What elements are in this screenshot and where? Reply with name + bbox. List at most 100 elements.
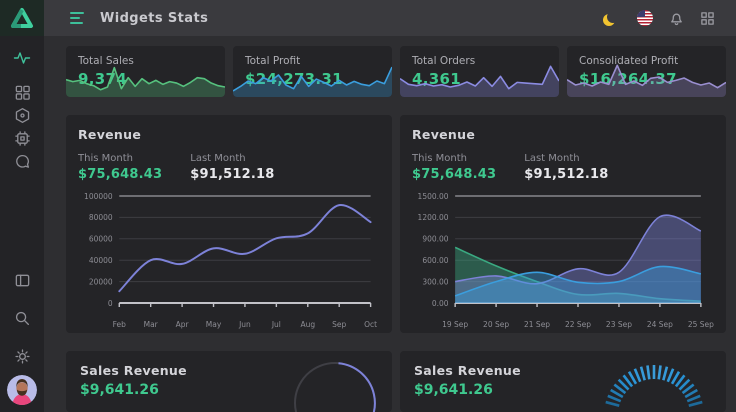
gauge-tick <box>641 367 645 381</box>
triangle-logo-icon <box>10 6 34 30</box>
gauge-tick <box>668 369 673 382</box>
x-tick-label: Sep <box>332 320 346 329</box>
user-avatar[interactable] <box>7 375 37 405</box>
header-actions <box>605 9 716 27</box>
user-avatar-image <box>7 375 37 405</box>
x-tick-label: Mar <box>144 320 159 329</box>
gauge-tick <box>659 365 661 379</box>
theme-toggle-button[interactable] <box>605 9 623 27</box>
top-header: Widgets Stats <box>44 0 736 36</box>
stat-card-total-profit: Total Profit $24,273.31 <box>233 46 392 97</box>
x-tick-label: Oct <box>364 320 377 329</box>
sales-revenue-card-2: Sales Revenue $9,641.26 <box>400 351 726 412</box>
y-tick-label: 0 <box>108 299 113 308</box>
last-month-value: $91,512.18 <box>524 167 608 182</box>
stat-card-consolidated-profit: Consolidated Profit $16,264.37 <box>567 46 726 97</box>
sales-revenue-row: Sales Revenue $9,641.26 Sales Revenue $9… <box>66 351 726 412</box>
revenue-stats: This Month $75,648.43 Last Month $91,512… <box>78 153 380 182</box>
layout-icon <box>14 272 31 289</box>
bell-icon <box>668 10 685 27</box>
y-tick-label: 1200.00 <box>418 213 449 222</box>
gauge-tick <box>663 367 667 381</box>
gear-icon <box>14 348 31 365</box>
stat-cards-row: Total Sales 9,374 Total Profit $24,273.3… <box>66 46 726 97</box>
sidebar-item-system[interactable] <box>8 127 36 150</box>
sidebar-item-products[interactable] <box>8 104 36 127</box>
revenue-area-chart[interactable]: 0.00 300.00 600.00 900.00 1200.00 1500.00 19 S… <box>412 188 714 333</box>
gauge-tick <box>689 402 703 406</box>
sales-revenue-card-1: Sales Revenue $9,641.26 <box>66 351 392 412</box>
y-tick-label: 100000 <box>84 192 113 201</box>
sparkline-0 <box>66 60 225 97</box>
y-tick-label: 600.00 <box>422 256 448 265</box>
y-tick-label: 80000 <box>89 213 113 222</box>
revenue-stats: This Month $75,648.43 Last Month $91,512… <box>412 153 714 182</box>
y-tick-label: 900.00 <box>422 234 448 243</box>
x-tick-label: 22 Sep <box>565 320 591 329</box>
card-title: Revenue <box>78 127 380 142</box>
sidebar-item-dashboard[interactable] <box>8 81 36 104</box>
gauge-tick <box>606 402 620 406</box>
last-month-label: Last Month <box>190 153 274 164</box>
hamburger-icon[interactable] <box>70 12 84 24</box>
sparkline-2 <box>400 60 559 97</box>
x-tick-label: 19 Sep <box>442 320 468 329</box>
y-tick-label: 300.00 <box>422 277 448 286</box>
gauge-tick <box>608 396 621 401</box>
package-icon <box>14 107 31 124</box>
moon-icon <box>607 11 619 23</box>
x-tick-label: May <box>206 320 222 329</box>
last-month-label: Last Month <box>524 153 608 164</box>
x-tick-label: 20 Sep <box>483 320 509 329</box>
this-month-value: $75,648.43 <box>78 167 162 182</box>
stat-card-total-orders: Total Orders 4,361 <box>400 46 559 97</box>
sidebar-nav-bottom <box>8 261 36 375</box>
sidebar-item-messages[interactable] <box>8 150 36 173</box>
dashboard-grid-icon <box>14 84 31 101</box>
sparkline-1 <box>233 60 392 97</box>
main-content: Total Sales 9,374 Total Profit $24,273.3… <box>44 36 736 412</box>
x-tick-label: 24 Sep <box>647 320 673 329</box>
us-flag-icon <box>637 10 653 26</box>
chat-icon <box>14 153 31 170</box>
sidebar-nav-top <box>8 36 36 173</box>
this-month-value: $75,648.43 <box>412 167 496 182</box>
revenue-line-card: Revenue This Month $75,648.43 Last Month… <box>66 115 392 333</box>
sidebar-item-layout[interactable] <box>8 261 36 299</box>
sidebar <box>0 0 44 412</box>
revenue-line-chart[interactable]: 0 20000 40000 60000 80000 100000 Feb Mar Apr May J… <box>78 188 380 333</box>
y-tick-label: 20000 <box>89 277 113 286</box>
revenue-area-card: Revenue This Month $75,648.43 Last Month… <box>400 115 726 333</box>
gauge-tick <box>635 369 640 382</box>
gauge-tick <box>647 365 649 379</box>
card-title: Revenue <box>412 127 714 142</box>
search-icon <box>14 310 31 327</box>
y-tick-label: 40000 <box>89 256 113 265</box>
x-tick-label: 21 Sep <box>524 320 550 329</box>
sidebar-item-activity[interactable] <box>8 46 36 69</box>
tick-gauge <box>596 355 712 412</box>
apps-grid-icon <box>700 11 715 26</box>
notifications-button[interactable] <box>667 9 685 27</box>
x-tick-label: Aug <box>300 320 315 329</box>
sidebar-item-search[interactable] <box>8 299 36 337</box>
stat-card-total-sales: Total Sales 9,374 <box>66 46 225 97</box>
app-logo[interactable] <box>0 0 44 36</box>
cpu-icon <box>14 130 31 147</box>
this-month-label: This Month <box>78 153 162 164</box>
y-tick-label: 0.00 <box>432 299 449 308</box>
apps-menu-button[interactable] <box>698 9 716 27</box>
sparkline-3 <box>567 60 726 97</box>
x-tick-label: Feb <box>113 320 126 329</box>
ring-gauge <box>280 355 390 412</box>
y-tick-label: 1500.00 <box>418 192 449 201</box>
page-title: Widgets Stats <box>100 11 208 26</box>
activity-icon <box>13 49 31 67</box>
sidebar-item-settings[interactable] <box>8 337 36 375</box>
language-button[interactable] <box>636 9 654 27</box>
sparkline-area <box>66 68 225 97</box>
revenue-charts-row: Revenue This Month $75,648.43 Last Month… <box>66 115 726 333</box>
x-tick-label: Jun <box>238 320 251 329</box>
y-tick-label: 60000 <box>89 234 113 243</box>
x-tick-label: Apr <box>176 320 190 329</box>
